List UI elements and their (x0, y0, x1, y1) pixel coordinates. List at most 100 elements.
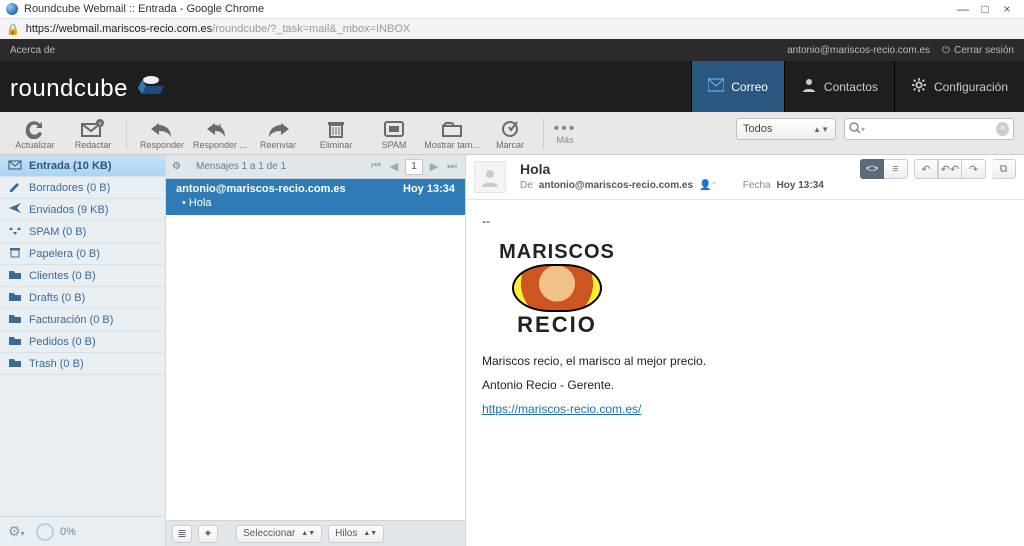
mark-icon (481, 118, 539, 140)
folder-item[interactable]: Entrada (10 KB) (0, 155, 165, 177)
forward-label: Reenviar (260, 140, 296, 150)
pencil-icon (8, 180, 22, 195)
toggle-html-button[interactable]: <> (860, 159, 884, 179)
main-area: Entrada (10 KB)Borradores (0 B)Enviados … (0, 155, 1024, 546)
folder-item[interactable]: Pedidos (0 B) (0, 331, 165, 353)
refresh-button[interactable]: Actualizar (6, 118, 64, 150)
replyall-label: Responder ... (193, 140, 247, 150)
open-window-button[interactable]: ⧉ (992, 159, 1016, 179)
forward-button[interactable]: Reenviar (249, 118, 307, 150)
list-options-button[interactable]: ⚙ (172, 161, 188, 172)
reply-button[interactable]: Responder (133, 118, 191, 150)
scope-value: Todos (743, 123, 772, 135)
quota-value: 0% (60, 526, 76, 538)
list-view-button[interactable]: ≣ (172, 525, 192, 543)
search-input[interactable] (865, 123, 996, 135)
quota-display: 0% (36, 523, 76, 541)
folder-label: SPAM (0 B) (29, 226, 86, 238)
window-title: Roundcube Webmail :: Entrada - Google Ch… (24, 3, 952, 15)
message-row[interactable]: antonio@mariscos-recio.com.es Hoy 13:34 … (166, 179, 465, 215)
folder-pane: Entrada (10 KB)Borradores (0 B)Enviados … (0, 155, 166, 546)
window-minimize-button[interactable]: — (952, 2, 974, 16)
tab-contacts[interactable]: Contactos (784, 61, 894, 112)
search-box[interactable]: ▾ × (844, 118, 1014, 140)
signature-line-1: Mariscos recio, el marisco al mejor prec… (482, 354, 1008, 368)
svg-text:+: + (98, 121, 102, 128)
compose-icon: + (64, 118, 122, 140)
threads-menu[interactable]: Hilos▲▼ (328, 525, 384, 543)
replyall-button[interactable]: Responder ... (191, 118, 249, 150)
trash-icon (8, 246, 22, 261)
logo-text-2: cube (74, 75, 128, 103)
folder-item[interactable]: Enviados (9 KB) (0, 199, 165, 221)
signature-line-2: Antonio Recio - Gerente. (482, 378, 1008, 392)
folder-item[interactable]: Drafts (0 B) (0, 287, 165, 309)
power-icon: ⏻ (942, 45, 950, 56)
folder-label: Pedidos (0 B) (29, 336, 96, 348)
last-page-button[interactable]: ⏭ (445, 160, 459, 173)
spam-button[interactable]: SPAM (365, 118, 423, 150)
folder-footer: ⚙▾ 0% (0, 516, 165, 546)
lock-icon: 🔒 (6, 23, 20, 36)
show-size-button[interactable]: Mostrar tam... (423, 118, 481, 150)
folder-item[interactable]: Borradores (0 B) (0, 177, 165, 199)
app-logo: roundcube (10, 70, 691, 103)
compose-button[interactable]: + Redactar (64, 118, 122, 150)
message-from: antonio@mariscos-recio.com.es (176, 183, 395, 195)
folder-item[interactable]: SPAM (0 B) (0, 221, 165, 243)
refresh-label: Actualizar (15, 140, 55, 150)
compose-label: Redactar (75, 140, 112, 150)
folder-item[interactable]: Trash (0 B) (0, 353, 165, 375)
page-number[interactable]: 1 (405, 159, 423, 175)
thread-view-button[interactable]: ✦ (198, 525, 218, 543)
person-icon (801, 78, 817, 95)
spam-icon (365, 118, 423, 140)
preview-pane: Hola De antonio@mariscos-recio.com.es 👤⁺… (466, 155, 1024, 546)
folder-item[interactable]: Papelera (0 B) (0, 243, 165, 265)
signature-link[interactable]: https://mariscos-recio.com.es/ (482, 402, 641, 416)
folder-icon (8, 356, 22, 371)
message-list-pane: ⚙ Mensajes 1 a 1 de 1 ⏮ ◀ 1 ▶ ⏭ antonio@… (166, 155, 466, 546)
folder-item[interactable]: Clientes (0 B) (0, 265, 165, 287)
signature-image: MARISCOS RECIO (482, 234, 632, 344)
mark-button[interactable]: Marcar (481, 118, 539, 150)
preview-reply-button[interactable]: ↶ (914, 159, 938, 179)
current-user[interactable]: antonio@mariscos-recio.com.es (787, 45, 930, 56)
delete-button[interactable]: Eliminar (307, 118, 365, 150)
scope-select[interactable]: Todos ▲▼ (736, 118, 836, 140)
prev-page-button[interactable]: ◀ (387, 160, 401, 173)
about-link[interactable]: Acerca de (10, 45, 55, 56)
replyall-icon (191, 118, 249, 140)
folder-settings-button[interactable]: ⚙▾ (8, 523, 26, 540)
tab-settings[interactable]: Configuración (894, 61, 1024, 112)
inbox-icon (8, 158, 22, 173)
window-close-button[interactable]: × (996, 2, 1018, 16)
preview-replyall-button[interactable]: ↶↶ (938, 159, 962, 179)
next-page-button[interactable]: ▶ (427, 160, 441, 173)
message-subject: Hola (176, 195, 455, 209)
preview-forward-button[interactable]: ↷ (962, 159, 986, 179)
preview-header: Hola De antonio@mariscos-recio.com.es 👤⁺… (466, 155, 1024, 200)
clear-search-button[interactable]: × (996, 122, 1009, 136)
chevron-updown-icon: ▲▼ (813, 125, 829, 134)
refresh-icon (6, 118, 64, 140)
select-menu[interactable]: Seleccionar▲▼ (236, 525, 322, 543)
toggle-text-button[interactable]: ≡ (884, 159, 908, 179)
logout-button[interactable]: ⏻ Cerrar sesión (942, 45, 1014, 56)
window-maximize-button[interactable]: □ (974, 2, 996, 16)
more-button[interactable]: •••Más (550, 123, 580, 145)
address-bar[interactable]: 🔒 https://webmail.mariscos-recio.com.es/… (0, 19, 1024, 39)
pager: ⏮ ◀ 1 ▶ ⏭ (369, 159, 459, 175)
folder-label: Facturación (0 B) (29, 314, 113, 326)
add-contact-icon[interactable]: 👤⁺ (699, 180, 717, 191)
url-host: https://webmail.mariscos-recio.com.es (26, 23, 212, 35)
mark-label: Marcar (496, 140, 524, 150)
toolbar-separator (543, 119, 546, 149)
first-page-button[interactable]: ⏮ (369, 160, 383, 173)
tab-mail[interactable]: Correo (691, 61, 784, 112)
logo-text-1: round (10, 75, 74, 103)
threads-label: Hilos (335, 528, 357, 539)
folder-item[interactable]: Facturación (0 B) (0, 309, 165, 331)
forward-icon (249, 118, 307, 140)
cube-icon (134, 72, 168, 98)
